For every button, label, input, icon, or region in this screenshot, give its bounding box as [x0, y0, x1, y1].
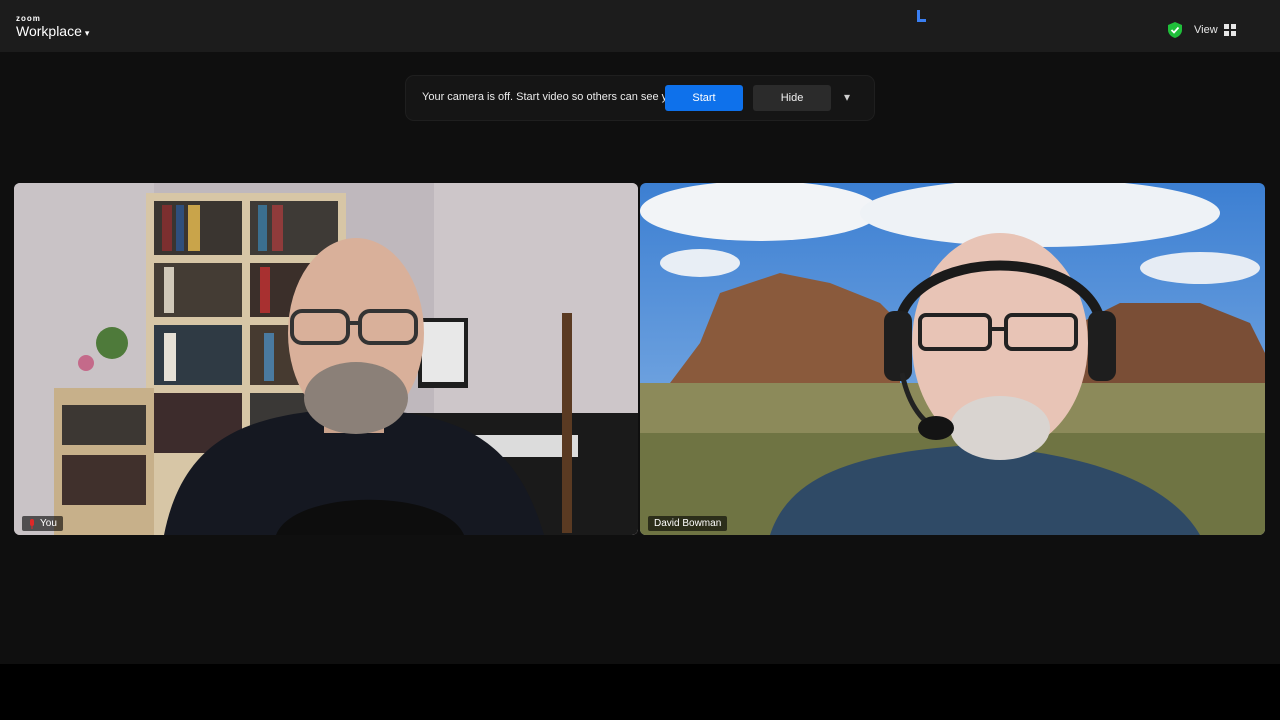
banner-message: Your camera is off. Start video so other… [422, 91, 686, 103]
meeting-window: zoom Workplace ▾ View Your camera is off… [0, 0, 1280, 664]
hide-button[interactable]: Hide [753, 85, 831, 111]
shield-check-icon[interactable] [1166, 21, 1184, 39]
participant-name: You [40, 518, 57, 529]
participant-name-tag: You [22, 516, 63, 531]
start-video-banner: Your camera is off. Start video so other… [406, 76, 874, 120]
video-feed-left [14, 183, 638, 535]
cursor-icon [914, 8, 930, 24]
video-tile-remote[interactable]: David Bowman [640, 183, 1265, 535]
participant-name: David Bowman [654, 518, 722, 529]
grid-icon [1223, 24, 1236, 36]
app-brand[interactable]: zoom Workplace ▾ [16, 14, 89, 41]
video-tile-self[interactable]: You [14, 183, 638, 535]
brand-logo-text: zoom [16, 14, 41, 23]
app-name: Workplace ▾ [16, 23, 90, 39]
top-right-controls: View [1166, 18, 1236, 42]
mic-muted-icon [28, 518, 36, 529]
view-button[interactable]: View [1194, 24, 1236, 36]
title-bar: zoom Workplace ▾ View [0, 0, 1280, 52]
video-feed-right [640, 183, 1265, 535]
view-label: View [1194, 24, 1218, 36]
participant-name-tag: David Bowman [648, 516, 728, 531]
start-video-button[interactable]: Start [665, 85, 743, 111]
chevron-down-icon[interactable]: ▾ [844, 90, 850, 104]
chevron-down-icon: ▾ [84, 28, 90, 38]
